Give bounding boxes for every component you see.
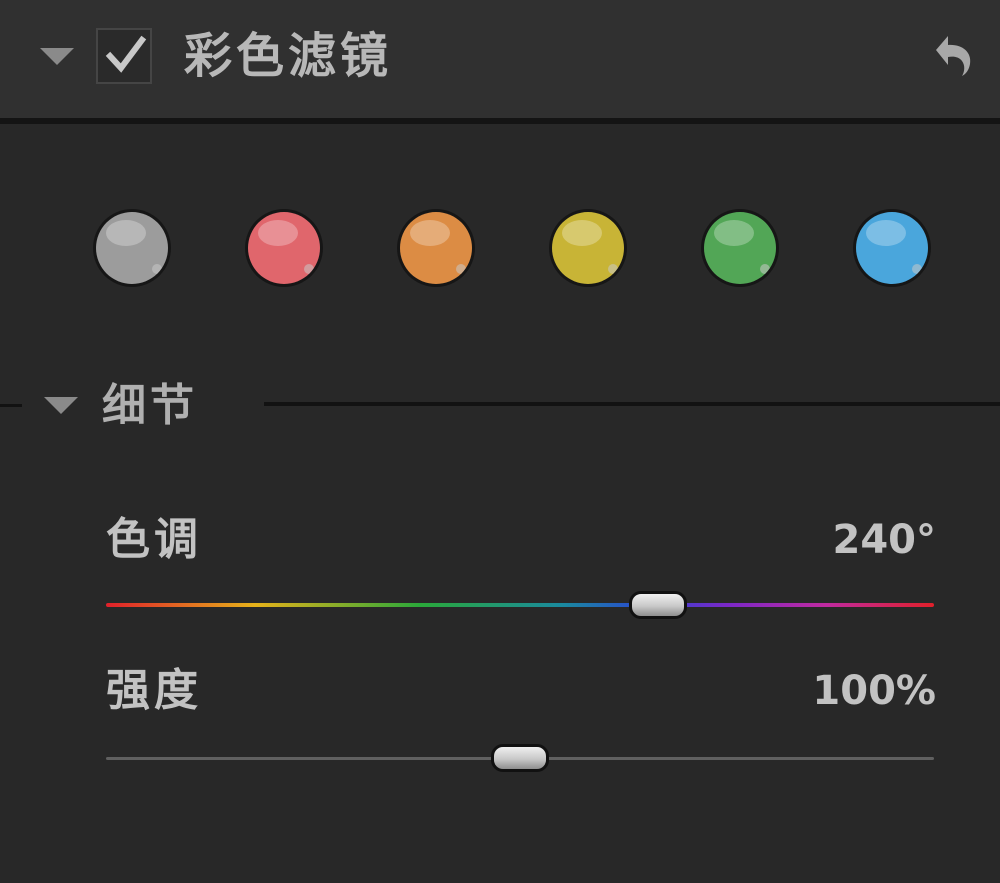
reset-button[interactable] [926, 28, 980, 82]
section-divider [0, 404, 22, 407]
enable-checkbox[interactable] [96, 28, 152, 84]
panel-title: 彩色滤镜 [184, 28, 393, 84]
intensity-value: 100% [812, 668, 936, 714]
swatch-orange[interactable] [400, 212, 472, 284]
section-divider [264, 402, 1000, 406]
swatch-green[interactable] [704, 212, 776, 284]
intensity-slider-thumb[interactable] [491, 744, 549, 772]
panel-header: 彩色滤镜 [0, 0, 1000, 124]
swatch-blue[interactable] [856, 212, 928, 284]
undo-arrow-icon [936, 36, 971, 76]
details-section-title: 细节 [102, 380, 198, 431]
swatch-gray[interactable] [96, 212, 168, 284]
details-collapse-triangle-icon[interactable] [44, 397, 78, 414]
swatch-red[interactable] [248, 212, 320, 284]
hue-slider-thumb[interactable] [629, 591, 687, 619]
intensity-label: 强度 [106, 665, 202, 716]
color-filter-panel: 彩色滤镜 细节 色调 240° 强度 100% [0, 0, 1000, 883]
swatch-yellow[interactable] [552, 212, 624, 284]
checkmark-icon [105, 35, 147, 73]
hue-label: 色调 [106, 514, 202, 565]
collapse-triangle-icon[interactable] [40, 48, 74, 65]
hue-value: 240° [832, 517, 937, 563]
hue-slider-track[interactable] [106, 603, 934, 607]
